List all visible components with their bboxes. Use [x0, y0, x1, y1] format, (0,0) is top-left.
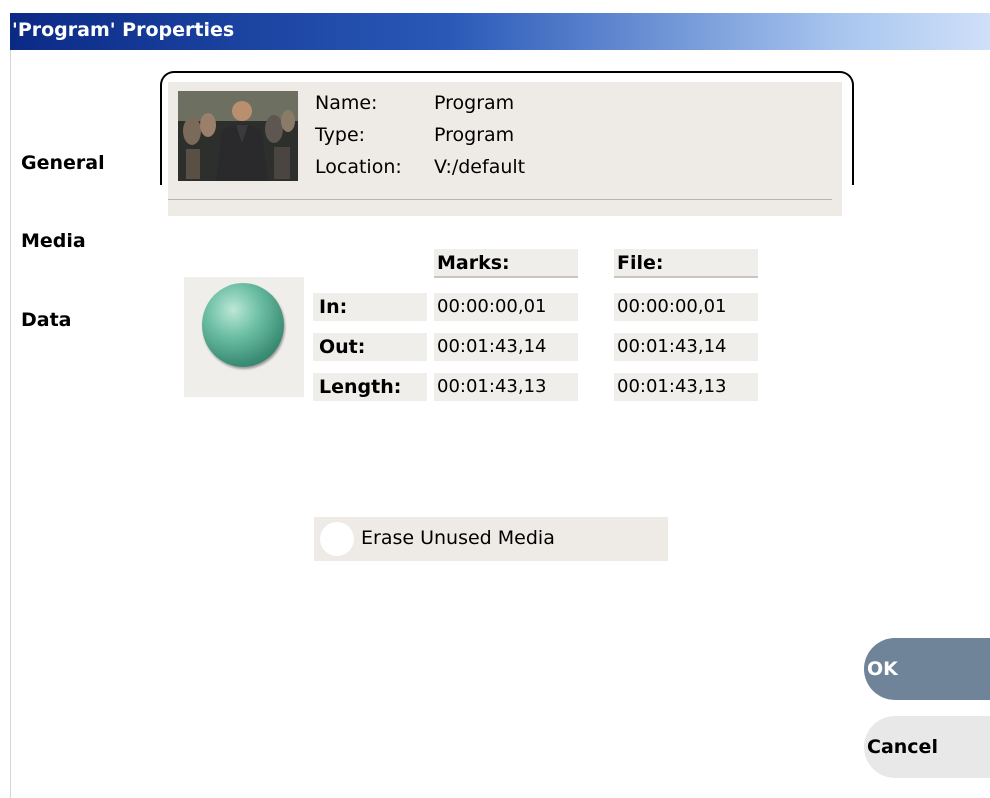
- media-sphere-icon: [202, 283, 284, 367]
- erase-unused-media-label: Erase Unused Media: [361, 527, 555, 549]
- cancel-button[interactable]: Cancel: [864, 716, 990, 778]
- erase-unused-media-option[interactable]: Erase Unused Media: [314, 517, 668, 561]
- length-marks-value: 00:01:43,13: [434, 373, 578, 401]
- info-divider: [168, 199, 832, 200]
- window-left-border: [10, 50, 11, 798]
- ok-button[interactable]: OK: [864, 638, 990, 700]
- name-value: Program: [434, 92, 515, 114]
- length-label: Length:: [313, 373, 427, 401]
- out-label: Out:: [313, 333, 427, 361]
- location-label: Location:: [315, 156, 402, 178]
- length-file-value: 00:01:43,13: [614, 373, 758, 401]
- tab-media[interactable]: Media: [21, 230, 86, 252]
- name-label: Name:: [315, 92, 378, 114]
- location-value: V:/default: [434, 156, 526, 178]
- out-marks-value: 00:01:43,14: [434, 333, 578, 361]
- erase-unused-media-radio[interactable]: [320, 522, 354, 556]
- title-bar: 'Program' Properties: [10, 13, 990, 50]
- media-icon-panel: [184, 277, 304, 397]
- marks-header: Marks:: [434, 249, 578, 278]
- clip-thumbnail: [178, 91, 298, 181]
- window-title: 'Program' Properties: [12, 19, 235, 41]
- in-marks-value: 00:00:00,01: [434, 293, 578, 321]
- file-header: File:: [614, 249, 758, 278]
- out-file-value: 00:01:43,14: [614, 333, 758, 361]
- tab-data[interactable]: Data: [21, 309, 72, 331]
- tab-general[interactable]: General: [21, 152, 105, 174]
- type-value: Program: [434, 124, 515, 146]
- in-label: In:: [313, 293, 427, 321]
- type-label: Type:: [315, 124, 366, 146]
- in-file-value: 00:00:00,01: [614, 293, 758, 321]
